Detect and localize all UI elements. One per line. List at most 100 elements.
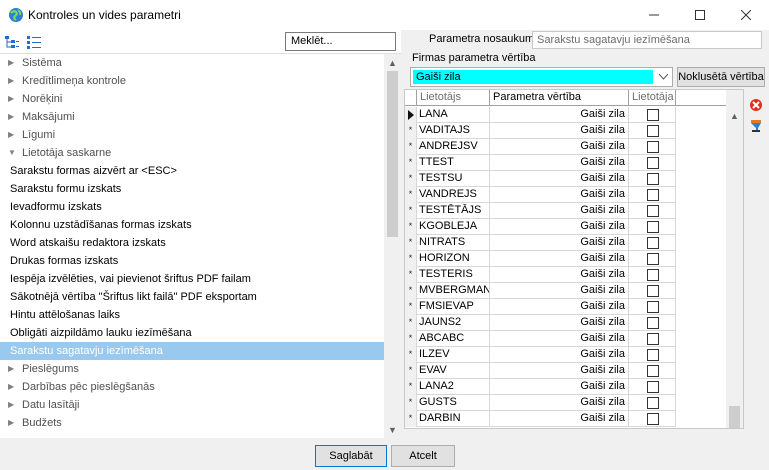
tree-item[interactable]: Word atskaišu redaktora izskats: [0, 234, 384, 252]
user-cell[interactable]: LANA: [417, 107, 490, 123]
value-cell[interactable]: Gaiši zila: [490, 331, 629, 347]
use-checkbox[interactable]: [647, 301, 659, 313]
row-marker-icon[interactable]: *: [405, 251, 417, 267]
value-cell[interactable]: Gaiši zila: [490, 299, 629, 315]
tree-item[interactable]: Obligāti aizpildāmo lauku iezīmēšana: [0, 324, 384, 342]
tree-category[interactable]: ▼ Lietotāja saskarne: [0, 144, 384, 162]
user-cell[interactable]: NITRATS: [417, 235, 490, 251]
value-cell[interactable]: Gaiši zila: [490, 267, 629, 283]
use-checkbox[interactable]: [647, 285, 659, 297]
row-marker-icon[interactable]: *: [405, 283, 417, 299]
table-row[interactable]: * ABCABC Gaiši zila: [405, 331, 676, 347]
row-marker-icon[interactable]: *: [405, 123, 417, 139]
tree-item[interactable]: Sarakstu formas aizvērt ar <ESC>: [0, 162, 384, 180]
value-cell[interactable]: Gaiši zila: [490, 219, 629, 235]
collapsed-arrow-icon[interactable]: ▶: [8, 360, 14, 378]
tree-category[interactable]: ▶ Kredītlimeņa kontrole: [0, 72, 384, 90]
user-cell[interactable]: ABCABC: [417, 331, 490, 347]
value-cell[interactable]: Gaiši zila: [490, 283, 629, 299]
value-cell[interactable]: Gaiši zila: [490, 347, 629, 363]
use-checkbox[interactable]: [647, 189, 659, 201]
table-row[interactable]: * FMSIEVAP Gaiši zila: [405, 299, 676, 315]
value-cell[interactable]: Gaiši zila: [490, 411, 629, 427]
value-cell[interactable]: Gaiši zila: [490, 171, 629, 187]
use-checkbox[interactable]: [647, 205, 659, 217]
value-cell[interactable]: Gaiši zila: [490, 123, 629, 139]
table-row[interactable]: * GUSTS Gaiši zila: [405, 395, 676, 411]
value-cell[interactable]: Gaiši zila: [490, 139, 629, 155]
use-checkbox[interactable]: [647, 269, 659, 281]
user-cell[interactable]: KGOBLEJA: [417, 219, 490, 235]
value-cell[interactable]: Gaiši zila: [490, 107, 629, 123]
row-marker-icon[interactable]: *: [405, 267, 417, 283]
use-checkbox[interactable]: [647, 333, 659, 345]
row-marker-icon[interactable]: *: [405, 187, 417, 203]
row-marker-icon[interactable]: *: [405, 411, 417, 427]
collapsed-arrow-icon[interactable]: ▶: [8, 90, 14, 108]
user-cell[interactable]: JAUNS2: [417, 315, 490, 331]
tree-item[interactable]: Sarakstu formu izskats: [0, 180, 384, 198]
use-checkbox[interactable]: [647, 221, 659, 233]
user-cell[interactable]: VADITAJS: [417, 123, 490, 139]
table-row[interactable]: *MVBERGMANEGaiši zila: [405, 283, 676, 299]
tree-category[interactable]: ▶ Sistēma: [0, 54, 384, 72]
table-row[interactable]: * JAUNS2 Gaiši zila: [405, 315, 676, 331]
scroll-down-icon[interactable]: ▼: [384, 421, 401, 438]
minimize-button[interactable]: [631, 0, 677, 30]
value-cell[interactable]: Gaiši zila: [490, 363, 629, 379]
close-button[interactable]: [723, 0, 769, 30]
row-marker-icon[interactable]: *: [405, 395, 417, 411]
user-cell[interactable]: MVBERGMANE: [417, 283, 490, 299]
table-row[interactable]: * ILZEV Gaiši zila: [405, 347, 676, 363]
user-cell[interactable]: TESTĒTĀJS: [417, 203, 490, 219]
value-cell[interactable]: Gaiši zila: [490, 155, 629, 171]
row-marker-icon[interactable]: *: [405, 347, 417, 363]
use-checkbox[interactable]: [647, 413, 659, 425]
row-marker-icon[interactable]: *: [405, 235, 417, 251]
table-row[interactable]: * NITRATS Gaiši zila: [405, 235, 676, 251]
delete-icon[interactable]: [749, 98, 763, 112]
use-checkbox[interactable]: [647, 381, 659, 393]
tree-category[interactable]: ▶ Datu lasītāji: [0, 396, 384, 414]
tree-category[interactable]: ▶ Budžets: [0, 414, 384, 432]
table-row[interactable]: * TESTSU Gaiši zila: [405, 171, 676, 187]
user-cell[interactable]: EVAV: [417, 363, 490, 379]
tree-item[interactable]: Sarakstu sagatavju iezīmēšana: [0, 342, 384, 360]
user-cell[interactable]: LANA2: [417, 379, 490, 395]
use-checkbox[interactable]: [647, 125, 659, 137]
value-cell[interactable]: Gaiši zila: [490, 203, 629, 219]
value-cell[interactable]: Gaiši zila: [490, 251, 629, 267]
scroll-up-icon[interactable]: ▲: [384, 54, 401, 71]
user-cell[interactable]: TESTERIS: [417, 267, 490, 283]
table-row[interactable]: LANA Gaiši zila: [405, 107, 676, 123]
use-checkbox[interactable]: [647, 365, 659, 377]
table-row[interactable]: * TTEST Gaiši zila: [405, 155, 676, 171]
user-cell[interactable]: TESTSU: [417, 171, 490, 187]
table-row[interactable]: * LANA2 Gaiši zila: [405, 379, 676, 395]
tree-item[interactable]: Hintu attēlošanas laiks: [0, 306, 384, 324]
user-cell[interactable]: DARBIN: [417, 411, 490, 427]
tree-item[interactable]: Ievadformu izskats: [0, 198, 384, 216]
tree-view-icon[interactable]: [4, 34, 20, 50]
row-marker-icon[interactable]: *: [405, 315, 417, 331]
user-cell[interactable]: ILZEV: [417, 347, 490, 363]
tree-category[interactable]: ▶ Norēķini: [0, 90, 384, 108]
table-row[interactable]: * TESTĒTĀJS Gaiši zila: [405, 203, 676, 219]
use-checkbox[interactable]: [647, 253, 659, 265]
grid-scrollbar[interactable]: ▲ ▼: [726, 90, 743, 428]
tree-item[interactable]: Drukas formas izskats: [0, 252, 384, 270]
tree-item[interactable]: Kolonnu uzstādīšanas formas izskats: [0, 216, 384, 234]
collapsed-arrow-icon[interactable]: ▶: [8, 54, 14, 72]
collapsed-arrow-icon[interactable]: ▶: [8, 126, 14, 144]
table-row[interactable]: * VADITAJS Gaiši zila: [405, 123, 676, 139]
value-cell[interactable]: Gaiši zila: [490, 379, 629, 395]
user-cell[interactable]: HORIZON: [417, 251, 490, 267]
use-checkbox[interactable]: [647, 173, 659, 185]
table-row[interactable]: * VANDREJS Gaiši zila: [405, 187, 676, 203]
maximize-button[interactable]: [677, 0, 723, 30]
grid-scroll-up-icon[interactable]: ▲: [726, 107, 743, 124]
use-checkbox[interactable]: [647, 397, 659, 409]
list-view-icon[interactable]: [26, 34, 42, 50]
use-checkbox[interactable]: [647, 317, 659, 329]
row-marker-icon[interactable]: *: [405, 171, 417, 187]
